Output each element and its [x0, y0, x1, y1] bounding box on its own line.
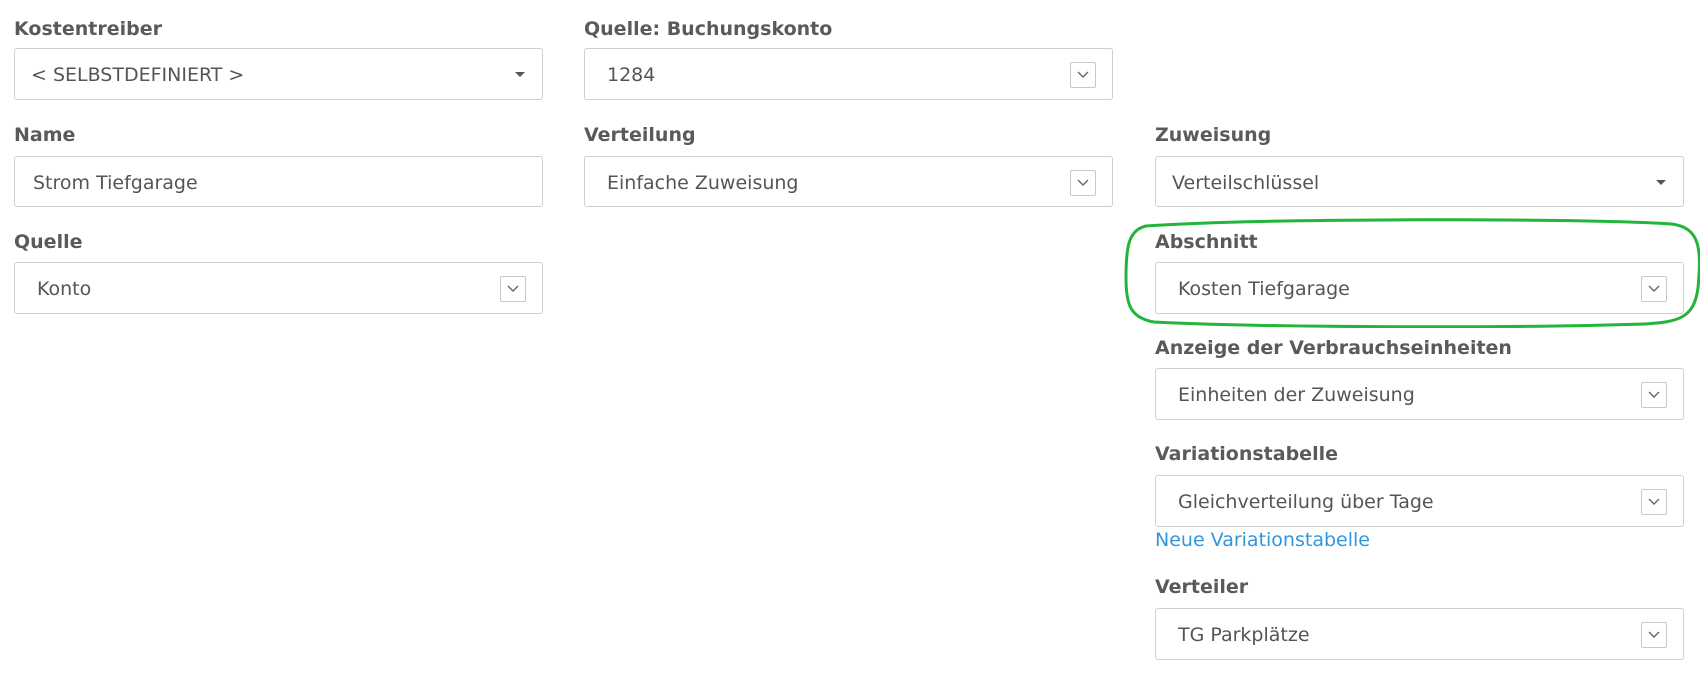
verteiler-select[interactable]: TG Parkplätze: [1155, 608, 1684, 660]
name-label: Name: [14, 124, 76, 146]
name-input[interactable]: Strom Tiefgarage: [14, 156, 543, 207]
abschnitt-label: Abschnitt: [1155, 231, 1258, 253]
chevron-down-icon[interactable]: [1641, 382, 1667, 408]
chevron-down-icon[interactable]: [1641, 622, 1667, 648]
verteiler-label: Verteiler: [1155, 576, 1249, 598]
name-value: Strom Tiefgarage: [33, 172, 198, 194]
chevron-down-icon[interactable]: [1070, 170, 1096, 196]
anzeige-verbrauchseinheiten-select[interactable]: Einheiten der Zuweisung: [1155, 368, 1684, 420]
abschnitt-value: Kosten Tiefgarage: [1178, 278, 1350, 300]
variationstabelle-value: Gleichverteilung über Tage: [1178, 491, 1434, 513]
quelle-label: Quelle: [14, 231, 83, 253]
caret-down-icon: [1656, 180, 1666, 185]
variationstabelle-select[interactable]: Gleichverteilung über Tage: [1155, 475, 1684, 527]
zuweisung-label: Zuweisung: [1155, 124, 1272, 146]
verteilung-label: Verteilung: [584, 124, 696, 146]
zuweisung-value: Verteilschlüssel: [1172, 172, 1320, 194]
quelle-buchungskonto-label: Quelle: Buchungskonto: [584, 18, 833, 40]
buchungskonto-value: 1284: [607, 64, 656, 86]
abschnitt-select[interactable]: Kosten Tiefgarage: [1155, 262, 1684, 314]
caret-down-icon: [515, 72, 525, 77]
variationstabelle-label: Variationstabelle: [1155, 443, 1338, 465]
buchungskonto-select[interactable]: 1284: [584, 48, 1113, 100]
zuweisung-dropdown[interactable]: Verteilschlüssel: [1155, 156, 1684, 207]
chevron-down-icon[interactable]: [1641, 489, 1667, 515]
verteilung-select[interactable]: Einfache Zuweisung: [584, 156, 1113, 207]
kostentreiber-dropdown[interactable]: < SELBSTDEFINIERT >: [14, 48, 543, 100]
verteiler-value: TG Parkplätze: [1178, 624, 1310, 646]
chevron-down-icon[interactable]: [1070, 62, 1096, 88]
anzeige-verbrauchseinheiten-label: Anzeige der Verbrauchseinheiten: [1155, 337, 1512, 359]
kostentreiber-label: Kostentreiber: [14, 18, 162, 40]
chevron-down-icon[interactable]: [1641, 276, 1667, 302]
anzeige-verbrauchseinheiten-value: Einheiten der Zuweisung: [1178, 384, 1415, 406]
neue-variationstabelle-link[interactable]: Neue Variationstabelle: [1155, 528, 1370, 552]
kostentreiber-value: < SELBSTDEFINIERT >: [31, 64, 245, 86]
quelle-select[interactable]: Konto: [14, 262, 543, 314]
quelle-value: Konto: [37, 278, 92, 300]
verteilung-value: Einfache Zuweisung: [607, 172, 799, 194]
form-page: Kostentreiber < SELBSTDEFINIERT > Name S…: [0, 0, 1702, 673]
chevron-down-icon[interactable]: [500, 276, 526, 302]
